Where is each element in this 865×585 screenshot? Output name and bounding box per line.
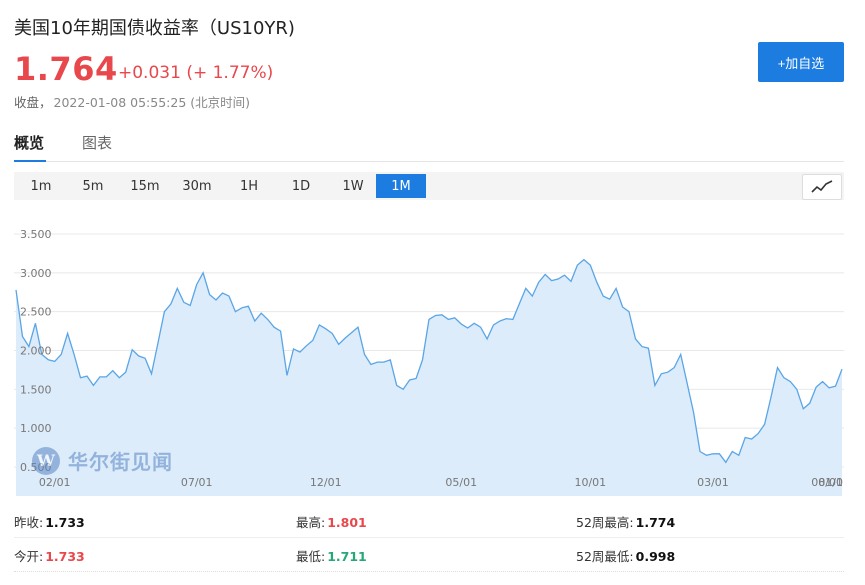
x-tick-label: 01/0 xyxy=(818,476,843,489)
stat-value: 1.801 xyxy=(327,515,367,530)
chart-type-button[interactable] xyxy=(802,174,842,200)
stat-label: 昨收: xyxy=(14,515,44,530)
stat-label: 最高: xyxy=(296,515,326,530)
current-price: 1.764 xyxy=(14,50,118,88)
x-tick-label: 05/01 xyxy=(445,476,477,489)
y-tick-label: 1.500 xyxy=(20,383,52,396)
period-1m[interactable]: 1m xyxy=(16,174,66,198)
watermark-logo: W xyxy=(32,446,60,475)
stat-52w-low: 52周最低: 0.998 xyxy=(576,546,675,565)
stat-value: 1.774 xyxy=(635,515,676,530)
stats-panel: 昨收: 1.733 最高: 1.801 52周最高: 1.774 今开: 1.733 最… xyxy=(14,504,844,574)
tab-chart[interactable]: 图表 xyxy=(82,132,114,162)
y-tick-label: 3.000 xyxy=(20,267,52,280)
x-tick-label: 02/01 xyxy=(39,476,71,489)
y-tick-label: 3.500 xyxy=(20,228,52,241)
stat-value: 1.711 xyxy=(327,549,367,564)
market-status: 收盘， 2022-01-08 05:55:25 (北京时间) xyxy=(14,92,250,111)
line-chart-icon xyxy=(811,180,833,193)
status-label: 收盘， xyxy=(14,95,52,110)
period-1mo[interactable]: 1M xyxy=(376,174,426,198)
page-title: 美国10年期国债收益率（US10YR) xyxy=(14,18,295,39)
stat-52w-high: 52周最高: 1.774 xyxy=(576,512,675,531)
stat-value: 1.733 xyxy=(45,549,85,564)
y-tick-label: 1.000 xyxy=(20,422,52,435)
stat-label: 最低: xyxy=(296,549,326,564)
stats-row: 昨收: 1.733 最高: 1.801 52周最高: 1.774 xyxy=(14,504,844,538)
add-to-watchlist-button[interactable]: +加自选 xyxy=(758,42,844,82)
period-1h[interactable]: 1H xyxy=(224,174,274,198)
stat-low: 最低: 1.711 xyxy=(296,546,367,565)
period-1w[interactable]: 1W xyxy=(328,174,378,198)
x-tick-label: 12/01 xyxy=(310,476,342,489)
x-tick-label: 03/01 xyxy=(697,476,729,489)
period-15m[interactable]: 15m xyxy=(120,174,170,198)
y-tick-label: 2.000 xyxy=(20,345,52,358)
period-1d[interactable]: 1D xyxy=(276,174,326,198)
stat-label: 52周最高: xyxy=(576,515,634,530)
period-selector: 1m 5m 15m 30m 1H 1D 1W 1M xyxy=(14,172,844,200)
stat-label: 今开: xyxy=(14,549,44,564)
stat-high: 最高: 1.801 xyxy=(296,512,367,531)
stat-value: 0.998 xyxy=(635,549,676,564)
x-tick-label: 07/01 xyxy=(181,476,213,489)
timestamp: 2022-01-08 05:55:25 (北京时间) xyxy=(53,95,251,110)
price-change: +0.031 (+ 1.77%) xyxy=(118,63,274,83)
period-30m[interactable]: 30m xyxy=(172,174,222,198)
watermark: W 华尔街见闻 xyxy=(32,446,173,475)
period-5m[interactable]: 5m xyxy=(68,174,118,198)
stat-open: 今开: 1.733 xyxy=(14,546,85,565)
watermark-text: 华尔街见闻 xyxy=(68,450,173,474)
y-tick-label: 2.500 xyxy=(20,306,52,319)
stat-label: 52周最低: xyxy=(576,549,634,564)
stat-prev-close: 昨收: 1.733 xyxy=(14,512,85,531)
x-tick-label: 10/01 xyxy=(574,476,606,489)
tab-bar: 概览 图表 xyxy=(14,126,844,162)
stats-row: 今开: 1.733 最低: 1.711 52周最低: 0.998 xyxy=(14,538,844,572)
tab-overview[interactable]: 概览 xyxy=(14,132,46,162)
stat-value: 1.733 xyxy=(45,515,85,530)
